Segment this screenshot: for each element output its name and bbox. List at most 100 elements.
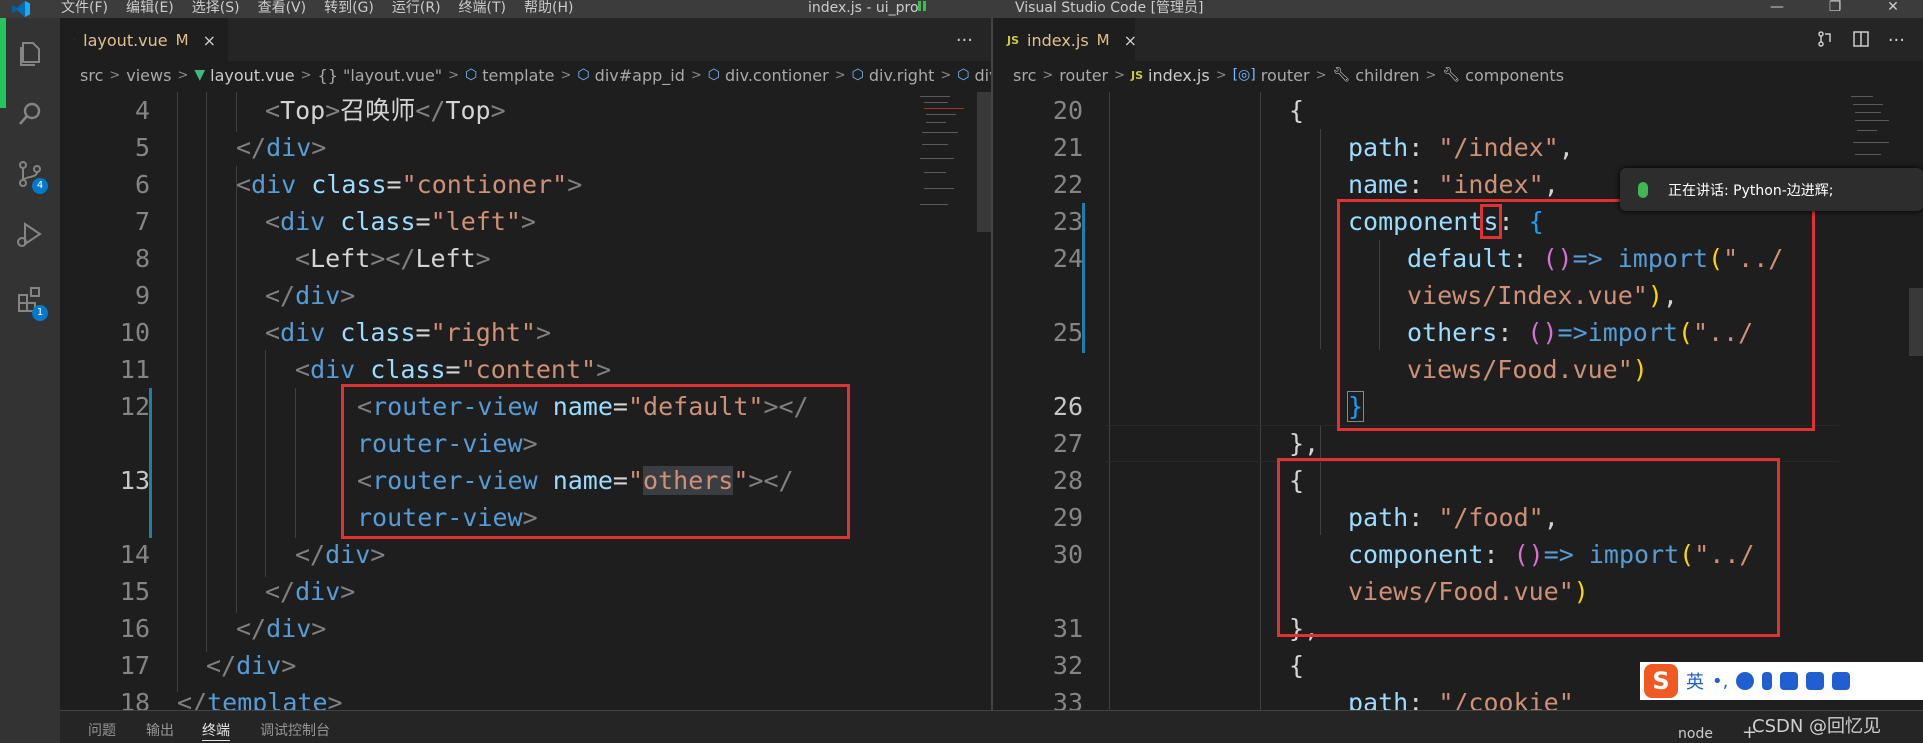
breadcrumb-item[interactable]: {} "layout.vue" xyxy=(318,66,443,85)
breadcrumb-item[interactable]: index.js xyxy=(1148,66,1210,85)
voice-input-icon[interactable] xyxy=(1762,672,1773,690)
menu-terminal[interactable]: 终端(T) xyxy=(450,0,515,18)
line-number: 32 xyxy=(1052,651,1083,680)
active-indicator xyxy=(0,18,6,108)
tab-debug-console[interactable]: 调试控制台 xyxy=(260,720,330,740)
menu-edit[interactable]: 编辑(E) xyxy=(117,0,183,18)
line-number: 9 xyxy=(134,281,150,310)
breadcrumb-item[interactable]: children xyxy=(1355,66,1419,85)
tab-bar-right: JS index.js M × ··· xyxy=(993,18,1923,61)
maximize-button[interactable]: ❐ xyxy=(1815,0,1855,18)
skin-icon[interactable] xyxy=(1806,672,1825,690)
breadcrumb-item[interactable]: router xyxy=(1059,66,1108,85)
menu-go[interactable]: 转到(G) xyxy=(315,0,383,18)
breadcrumb-item[interactable]: template xyxy=(482,66,554,85)
menu-view[interactable]: 查看(V) xyxy=(249,0,316,18)
more-actions-icon[interactable]: ··· xyxy=(956,30,973,51)
terminal-selector[interactable]: node xyxy=(1678,726,1713,742)
breadcrumb-item[interactable]: router xyxy=(1261,66,1310,85)
editor-actions-left: ··· xyxy=(956,30,973,51)
close-tab-icon[interactable]: × xyxy=(1124,31,1137,50)
line-number: 7 xyxy=(134,207,150,236)
line-number: 17 xyxy=(119,651,150,680)
line-number: 14 xyxy=(119,540,150,569)
microphone-icon xyxy=(1638,181,1648,198)
more-actions-icon[interactable]: ··· xyxy=(1888,30,1905,51)
search-icon[interactable] xyxy=(14,98,46,130)
ime-toolbar: S 英 •, xyxy=(1640,662,1923,700)
line-number: 20 xyxy=(1052,96,1083,125)
breadcrumb-item[interactable]: components xyxy=(1465,66,1564,85)
vue-file-icon xyxy=(74,39,76,41)
close-window-button[interactable]: ✕ xyxy=(1873,0,1913,18)
keyboard-icon[interactable] xyxy=(1780,672,1799,690)
run-debug-icon[interactable] xyxy=(14,218,46,250)
line-number: 13 xyxy=(119,466,150,495)
line-number: 22 xyxy=(1052,170,1083,199)
tab-layout-vue[interactable]: layout.vue M × xyxy=(60,18,228,61)
line-number: 10 xyxy=(119,318,150,347)
ime-language-toggle[interactable]: 英 xyxy=(1686,668,1704,694)
vertical-scrollbar-right[interactable] xyxy=(1909,288,1923,356)
bottom-panel: 问题 输出 终端 调试控制台 xyxy=(60,710,1923,743)
line-number: 8 xyxy=(134,244,150,273)
menu-file[interactable]: 文件(F) xyxy=(52,0,117,18)
line-number: 5 xyxy=(134,133,150,162)
menu-run[interactable]: 运行(R) xyxy=(383,0,450,18)
line-number: 16 xyxy=(119,614,150,643)
breadcrumb-item[interactable]: src xyxy=(1013,66,1036,85)
line-number: 33 xyxy=(1052,688,1083,710)
voice-chat-toast: 正在讲话: Python-边进辉; xyxy=(1620,168,1923,211)
minimap-left[interactable] xyxy=(920,92,980,212)
vue-file-icon: ▼ xyxy=(194,67,206,83)
line-number: 25 xyxy=(1052,318,1083,347)
recording-icon xyxy=(918,1,938,11)
tab-label: layout.vue xyxy=(83,30,168,50)
explorer-icon[interactable] xyxy=(14,38,46,70)
editor-group-right: JS index.js M × ··· src > router > JS index… xyxy=(993,18,1923,710)
tab-output[interactable]: 输出 xyxy=(146,720,174,740)
breadcrumb-item[interactable]: div#app_id xyxy=(595,66,685,85)
sogou-logo-icon[interactable]: S xyxy=(1644,664,1678,698)
open-changes-icon[interactable] xyxy=(1816,30,1834,48)
element-icon: ⬡ xyxy=(851,67,864,83)
ime-punctuation-toggle[interactable]: •, xyxy=(1712,671,1728,692)
menu-selection[interactable]: 选择(S) xyxy=(183,0,249,18)
title-bar: 文件(F) 编辑(E) 选择(S) 查看(V) 转到(G) 运行(R) 终端(T… xyxy=(0,0,1923,18)
element-icon: ⬡ xyxy=(465,67,478,83)
toolbox-icon[interactable] xyxy=(1832,672,1851,690)
breadcrumb-item[interactable]: div.conter xyxy=(975,66,991,85)
breadcrumb-item[interactable]: div.contioner xyxy=(725,66,829,85)
line-number: 11 xyxy=(119,355,150,384)
source-control-badge: 4 xyxy=(32,178,48,194)
emoji-icon[interactable] xyxy=(1736,672,1755,690)
tab-index-js[interactable]: JS index.js M × xyxy=(993,18,1137,61)
code-editor-left[interactable]: 4 <Top>召唤师</Top> 5 </div> 6 <div class="con… xyxy=(60,92,991,710)
breadcrumb-left: src > views > ▼ layout.vue > {} "layout.vue"… xyxy=(60,61,991,89)
breadcrumb-item[interactable]: views xyxy=(126,66,171,85)
highlight-box-components xyxy=(1337,199,1815,431)
window-title-suffix: Visual Studio Code [管理员] xyxy=(1015,0,1204,16)
breadcrumb-item[interactable]: div.right xyxy=(869,66,935,85)
breadcrumb-item[interactable]: layout.vue xyxy=(210,66,294,85)
wrench-icon: 🔧︎ xyxy=(1332,67,1351,83)
modified-indicator: M xyxy=(175,31,189,49)
line-number: 26 xyxy=(1052,392,1083,421)
breadcrumb-item[interactable]: src xyxy=(80,66,103,85)
menu-help[interactable]: 帮助(H) xyxy=(515,0,582,18)
wrench-icon: 🔧︎ xyxy=(1442,67,1461,83)
minimize-button[interactable]: — xyxy=(1757,0,1797,18)
element-icon: ⬡ xyxy=(957,67,970,83)
tab-problems[interactable]: 问题 xyxy=(88,720,116,740)
highlight-box-router-views xyxy=(341,384,850,539)
tab-terminal[interactable]: 终端 xyxy=(202,720,230,741)
close-tab-icon[interactable]: × xyxy=(203,31,216,50)
js-file-icon: JS xyxy=(1007,33,1020,47)
vertical-scrollbar-left[interactable] xyxy=(977,92,991,232)
line-number: 31 xyxy=(1052,614,1083,643)
vscode-logo-icon xyxy=(12,1,30,17)
line-number: 21 xyxy=(1052,133,1083,162)
line-number: 30 xyxy=(1052,540,1083,569)
split-editor-icon[interactable] xyxy=(1852,30,1870,48)
breadcrumb-right: src > router > JS index.js > [◎] router > 🔧︎ ch… xyxy=(1013,65,1565,85)
